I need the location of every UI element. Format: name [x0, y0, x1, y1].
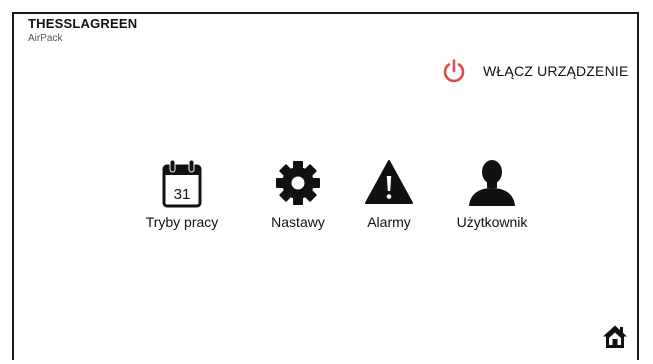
home-button[interactable]	[602, 324, 628, 350]
power-icon	[443, 59, 465, 83]
calendar-day-number: 31	[174, 186, 191, 203]
brand-subtitle: AirPack	[28, 33, 63, 44]
menu-item-tryby-pracy[interactable]: 31 Tryby pracy	[127, 158, 237, 230]
user-icon	[469, 160, 515, 206]
menu-item-uzytkownik[interactable]: Użytkownik	[437, 158, 547, 230]
gear-icon	[276, 161, 320, 205]
power-on-button[interactable]: WŁĄCZ URZĄDZENIE	[441, 58, 629, 84]
home-icon	[603, 325, 627, 348]
brand: THESSLAGREEN AirPack	[28, 16, 137, 44]
brand-title: THESSLAGREEN	[28, 16, 138, 31]
menu-label-uzytkownik: Użytkownik	[456, 214, 528, 230]
warning-icon	[365, 160, 413, 204]
power-on-label: WŁĄCZ URZĄDZENIE	[483, 63, 629, 79]
calendar-icon: 31	[162, 159, 202, 208]
menu-item-alarmy[interactable]: Alarmy	[334, 158, 444, 230]
menu-label-alarmy: Alarmy	[367, 214, 411, 230]
menu-label-tryby-pracy: Tryby pracy	[145, 214, 219, 230]
